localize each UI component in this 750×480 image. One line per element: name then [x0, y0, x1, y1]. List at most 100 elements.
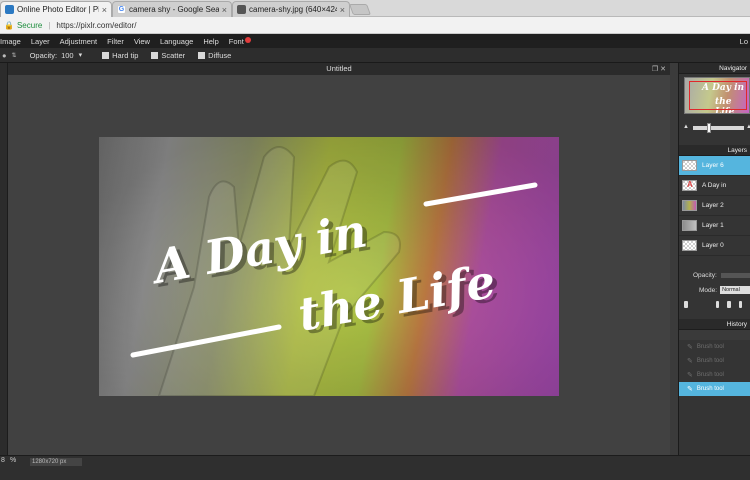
- delete-layer-icon[interactable]: [684, 300, 688, 308]
- lock-icon: 🔒: [4, 20, 14, 30]
- scatter-checkbox[interactable]: [151, 51, 159, 59]
- zoom-out-icon[interactable]: ▲: [683, 124, 689, 130]
- history-label: Brush tool: [696, 344, 724, 350]
- zoom-in-icon[interactable]: ▲: [746, 124, 750, 130]
- scatter-label: Scatter: [161, 50, 186, 60]
- navigator-thumbnail[interactable]: A Day in the Life: [684, 77, 750, 114]
- layer-name: Layer 2: [702, 202, 724, 209]
- artwork-svg: A Day in A Day in the Life the Life: [99, 137, 559, 396]
- layer-item[interactable]: Layer 2: [679, 196, 750, 216]
- layer-opacity-row: Opacity:: [679, 270, 750, 280]
- close-icon[interactable]: ×: [340, 5, 345, 15]
- history-item[interactable]: ✎ Brush tool: [679, 340, 750, 354]
- layer-thumb: [682, 220, 697, 231]
- zoom-readout[interactable]: 8: [1, 457, 5, 464]
- screen: Online Photo Editor | Pixlr Edi × G came…: [0, 0, 750, 480]
- document-title: Untitled: [326, 64, 352, 73]
- layers-list: Layer 6 A Day in Layer 2 Layer 1 Layer 0: [679, 156, 750, 256]
- diffuse-checkbox[interactable]: [198, 51, 206, 59]
- percent-icon: %: [10, 457, 17, 464]
- menu-view[interactable]: View: [134, 37, 150, 46]
- zoom-slider-track[interactable]: [693, 126, 744, 130]
- tab-title: Online Photo Editor | Pixlr Edi: [17, 5, 99, 14]
- navigator-viewport-box[interactable]: [689, 81, 747, 110]
- image-size-readout: 1280x720 px: [30, 458, 82, 466]
- menu-font-label: Font: [228, 36, 244, 46]
- zoom-slider-thumb[interactable]: [707, 123, 712, 133]
- history-label: Brush tool: [696, 386, 724, 392]
- status-bar: 8 % 1280x720 px: [0, 455, 750, 480]
- history-header[interactable]: History: [679, 319, 750, 330]
- secure-label: Secure: [16, 20, 43, 30]
- hard-tip-label: Hard tip: [112, 50, 139, 60]
- navigator-header[interactable]: Navigator: [679, 63, 750, 74]
- tab-title: camera shy - Google Search: [129, 5, 219, 14]
- diffuse-label: Diffuse: [208, 50, 232, 60]
- layer-name: Layer 6: [702, 162, 724, 169]
- history-top-spacer: [679, 330, 750, 340]
- blend-mode-select[interactable]: Normal: [720, 286, 750, 294]
- blend-mode-row: Mode: Normal: [679, 285, 750, 295]
- menu-layer[interactable]: Layer: [31, 37, 50, 46]
- browser-tab-bar: Online Photo Editor | Pixlr Edi × G came…: [0, 0, 750, 17]
- pixlr-icon: [5, 5, 14, 14]
- opacity-value[interactable]: 100: [61, 51, 74, 60]
- layer-thumb: [682, 180, 697, 191]
- brush-icon: ✎: [687, 344, 693, 351]
- layer-thumb: [682, 200, 697, 211]
- layer-thumb: [682, 160, 697, 171]
- history-item[interactable]: ✎ Brush tool: [679, 382, 750, 396]
- brush-icon: ✎: [687, 358, 693, 365]
- artwork-canvas[interactable]: A Day in A Day in the Life the Life: [99, 137, 559, 396]
- new-tab-button[interactable]: [348, 4, 372, 15]
- menu-adjustment[interactable]: Adjustment: [60, 37, 98, 46]
- layer-opacity-slider[interactable]: [720, 272, 750, 278]
- tab-title: camera-shy.jpg (640×424): [249, 5, 337, 14]
- tool-options-bar: ● ⇅ Opacity: 100 ▾ Hard tip Scatter Diff…: [0, 48, 750, 63]
- right-panel: Navigator A Day in the Life ▲ ▲ Layers L…: [678, 63, 750, 455]
- login-link[interactable]: Lo: [740, 37, 748, 46]
- tab-google-search[interactable]: G camera shy - Google Search ×: [112, 1, 232, 17]
- history-label: Brush tool: [696, 358, 724, 364]
- zoom-slider[interactable]: ▲ ▲: [683, 123, 750, 133]
- restore-icon[interactable]: ❐: [652, 66, 658, 73]
- layer-item[interactable]: Layer 1: [679, 216, 750, 236]
- address-bar[interactable]: 🔒 Secure | https://pixlr.com/editor/: [0, 17, 750, 34]
- layer-settings-icon[interactable]: [715, 300, 719, 308]
- layer-mask-icon[interactable]: [727, 300, 731, 308]
- tab-camera-shy-image[interactable]: camera-shy.jpg (640×424) ×: [232, 1, 350, 17]
- close-icon[interactable]: ×: [222, 5, 227, 15]
- brush-mode-icon[interactable]: ⇅: [12, 52, 17, 59]
- opacity-dropdown-icon[interactable]: ▾: [79, 51, 83, 59]
- blend-mode-label: Mode:: [699, 286, 718, 294]
- layer-item[interactable]: Layer 6: [679, 156, 750, 176]
- app-menubar: Image Layer Adjustment Filter View Langu…: [0, 34, 750, 48]
- url-text[interactable]: https://pixlr.com/editor/: [56, 21, 136, 30]
- layer-item[interactable]: Layer 0: [679, 236, 750, 256]
- scatter-option[interactable]: Scatter: [151, 51, 185, 60]
- diffuse-option[interactable]: Diffuse: [198, 51, 231, 60]
- brush-size-icon[interactable]: ●: [2, 51, 7, 60]
- brush-icon: ✎: [687, 372, 693, 379]
- history-item[interactable]: ✎ Brush tool: [679, 354, 750, 368]
- hard-tip-option[interactable]: Hard tip: [102, 51, 138, 60]
- menu-image[interactable]: Image: [0, 37, 21, 46]
- close-icon[interactable]: ✕: [660, 66, 666, 73]
- menu-help[interactable]: Help: [203, 37, 218, 46]
- brush-icon: ✎: [687, 386, 693, 393]
- hard-tip-checkbox[interactable]: [102, 51, 110, 59]
- menu-font[interactable]: Font: [228, 36, 251, 46]
- google-icon: G: [117, 5, 126, 14]
- layer-item[interactable]: A Day in: [679, 176, 750, 196]
- document-titlebar: Untitled ❐ ✕: [8, 63, 670, 75]
- menu-language[interactable]: Language: [160, 37, 193, 46]
- layer-name: Layer 0: [702, 242, 724, 249]
- layer-actions: [679, 299, 750, 309]
- layers-header[interactable]: Layers: [679, 145, 750, 156]
- layer-opacity-label: Opacity:: [693, 271, 717, 279]
- menu-filter[interactable]: Filter: [107, 37, 124, 46]
- close-icon[interactable]: ×: [102, 5, 107, 15]
- tab-pixlr-editor[interactable]: Online Photo Editor | Pixlr Edi ×: [0, 1, 112, 17]
- new-layer-icon[interactable]: [738, 300, 742, 308]
- history-item[interactable]: ✎ Brush tool: [679, 368, 750, 382]
